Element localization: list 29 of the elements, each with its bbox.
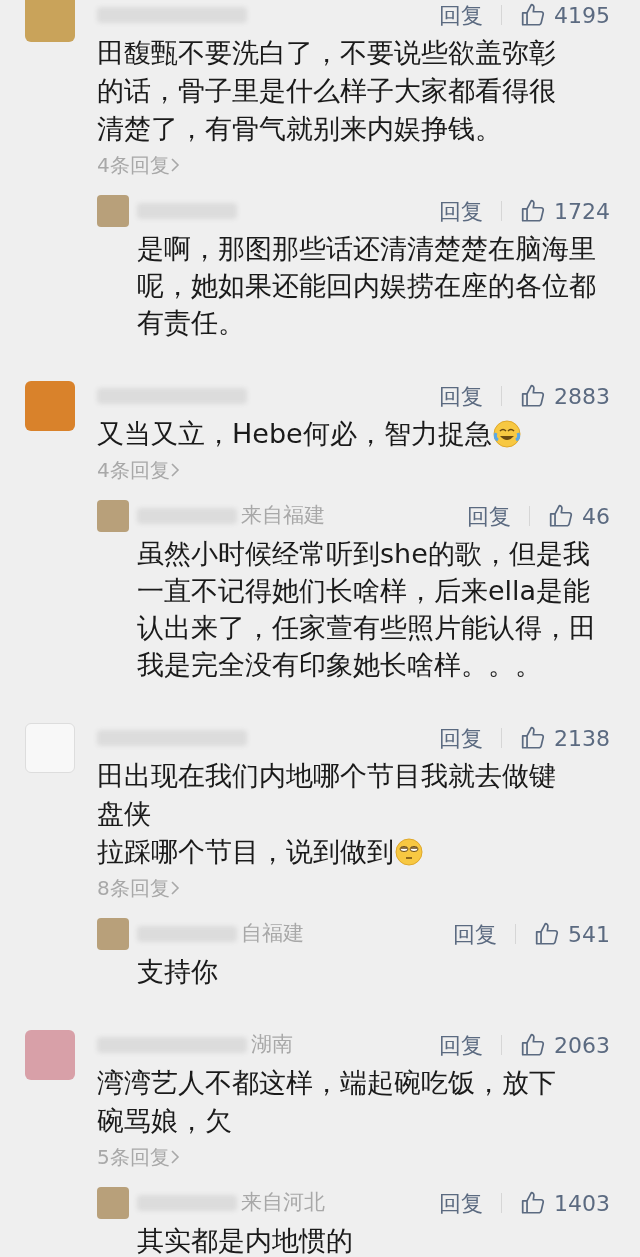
comment-text: 湾湾艺人不都这样，端起碗吃饭，放下碗骂娘，欠 — [97, 1067, 556, 1136]
like-count: 4195 — [554, 1, 610, 30]
reply-link[interactable]: 回复 — [467, 499, 511, 533]
location-text: 来自福建 — [241, 502, 325, 530]
like-count: 46 — [582, 502, 610, 531]
like-count: 2883 — [554, 382, 610, 411]
like-count: 2138 — [554, 724, 610, 753]
reply-text: 支持你 — [137, 955, 219, 989]
comment-text: 田出现在我们内地哪个节目我就去做键盘侠 — [97, 759, 557, 831]
reply-link[interactable]: 回复 — [439, 194, 483, 228]
location-text: 来自河北 — [241, 1189, 325, 1217]
comment-text: 田馥甄不要洗白了，不要说些欲盖弥彰的话，骨子里是什么样子大家都看得很清楚了，有骨气就别来内娱挣钱。 — [97, 37, 556, 144]
reply-link[interactable]: 回复 — [439, 721, 483, 755]
comment-text: 又当又立，Hebe何必，智力捉急 — [97, 418, 492, 449]
reply-link[interactable]: 回复 — [453, 917, 497, 951]
location-text: 自福建 — [241, 920, 304, 948]
reply-link[interactable]: 回复 — [439, 0, 483, 32]
reply-text: 其实都是内地惯的 — [137, 1224, 354, 1257]
comment-text: 拉踩哪个节目，说到做到 — [97, 836, 394, 867]
like-count: 2063 — [554, 1031, 610, 1060]
reply-link[interactable]: 回复 — [439, 379, 483, 413]
reply-text: 是啊，那图那些话还清清楚楚在脑海里呢，她如果还能回内娱捞在座的各位都有责任。 — [137, 232, 597, 340]
like-count: 541 — [568, 920, 610, 949]
like-count: 1724 — [554, 197, 610, 226]
location-text: 湖南 — [251, 1031, 293, 1059]
reply-link[interactable]: 回复 — [439, 1186, 483, 1220]
reply-text: 虽然小时候经常听到she的歌，但是我一直不记得她们长啥样，后来ella是能认出来了，任家萱有些照片能认得，田我是完全没有印象她长啥样。。。 — [137, 537, 597, 682]
reply-link[interactable]: 回复 — [439, 1028, 483, 1062]
like-count: 1403 — [554, 1189, 610, 1218]
